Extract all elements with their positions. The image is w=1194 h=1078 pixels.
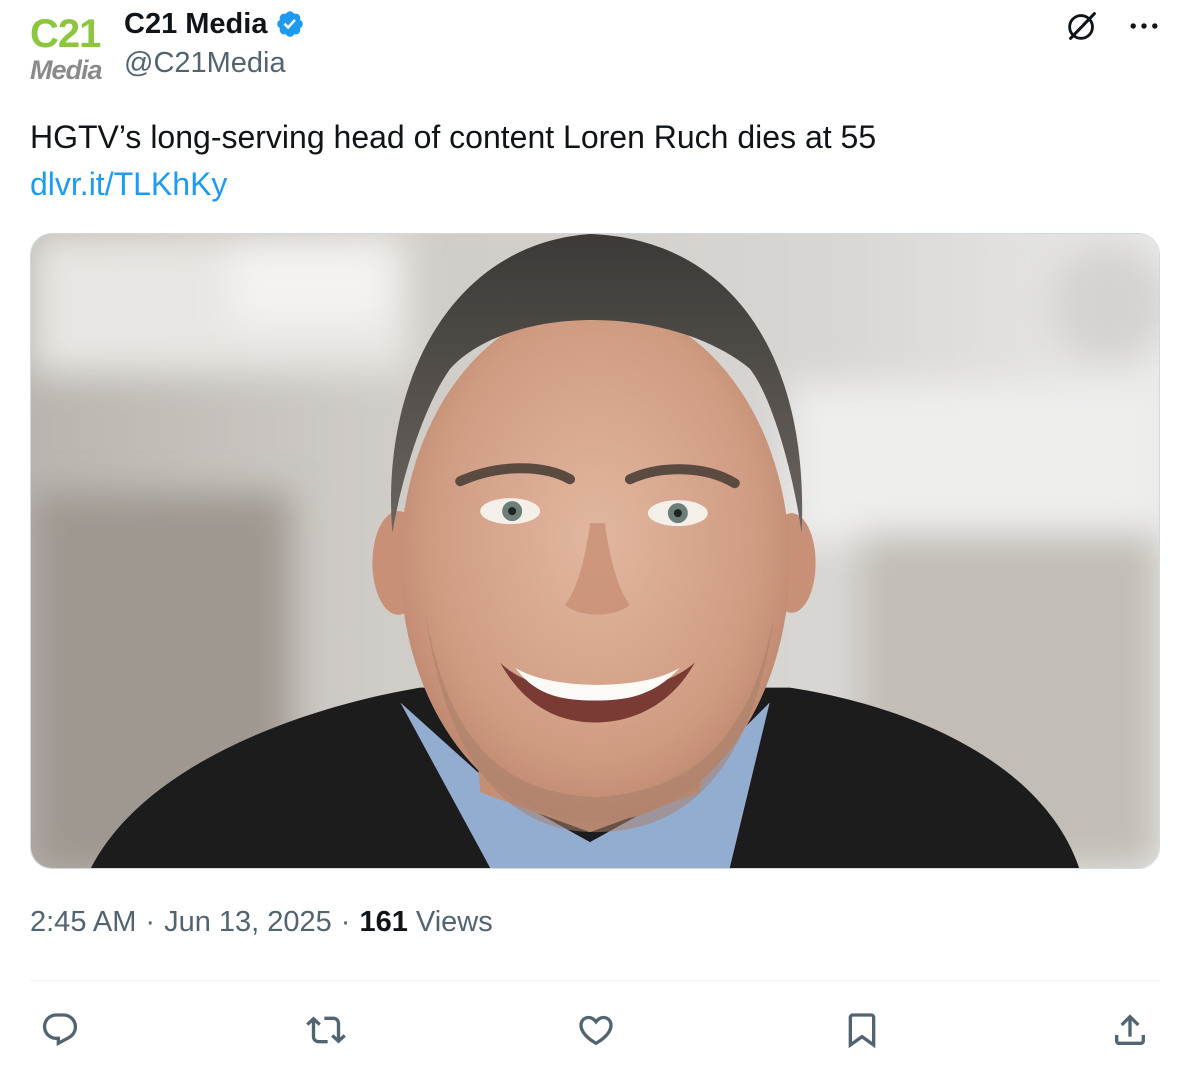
reply-icon: [42, 1013, 78, 1047]
tweet-actions: [30, 1000, 1160, 1060]
avatar-logo-line1: C21: [30, 12, 101, 56]
like-button[interactable]: [566, 1000, 626, 1060]
tweet-media-photo[interactable]: [30, 233, 1160, 869]
header-actions: [1062, 6, 1164, 46]
portrait-photo: [31, 234, 1159, 868]
tweet-meta: 2:45 AM · Jun 13, 2025 · 161 Views: [30, 906, 493, 939]
tweet-text: HGTV’s long-serving head of content Lore…: [30, 119, 877, 155]
author-name-row: C21 Media: [124, 6, 305, 42]
retweet-button[interactable]: [296, 1000, 356, 1060]
bookmark-icon: [848, 1013, 876, 1049]
verified-badge-icon: [275, 9, 305, 39]
views-label: Views: [415, 906, 493, 938]
avatar-logo-line2: Media: [30, 56, 103, 84]
bookmark-button[interactable]: [832, 1000, 892, 1060]
divider: [30, 980, 1160, 981]
retweet-icon: [306, 1016, 346, 1044]
share-icon: [1115, 1014, 1145, 1045]
tweet-link[interactable]: dlvr.it/TLKhKy: [30, 163, 227, 205]
avatar[interactable]: C21 Media: [28, 12, 110, 84]
author-handle[interactable]: @C21Media: [124, 47, 286, 80]
share-button[interactable]: [1100, 1000, 1160, 1060]
tweet-time[interactable]: 2:45 AM: [30, 906, 136, 939]
tweet-date[interactable]: Jun 13, 2025: [164, 906, 332, 939]
meta-separator: ·: [340, 906, 351, 938]
grok-icon[interactable]: [1062, 6, 1102, 46]
display-name[interactable]: C21 Media: [124, 8, 267, 41]
views-count: 161: [359, 906, 408, 938]
reply-button[interactable]: [30, 1000, 90, 1060]
more-icon[interactable]: [1124, 6, 1164, 46]
meta-separator: ·: [145, 906, 156, 938]
like-icon: [579, 1015, 613, 1046]
